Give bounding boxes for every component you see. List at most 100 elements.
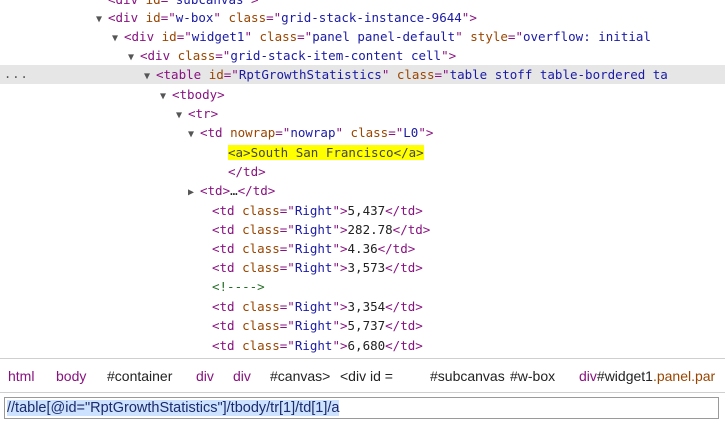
markup-token: 5,737: [347, 318, 386, 333]
dom-node-line[interactable]: <td class="Right">3,354</td>: [0, 297, 725, 316]
markup-token: ">: [332, 260, 348, 275]
markup-token: </td>: [377, 241, 416, 256]
dom-node-line[interactable]: ▼ <td nowrap="nowrap" class="L0">: [0, 123, 725, 142]
markup-token: 6,680: [347, 338, 386, 353]
dom-node-markup: <td class="Right">6,680</td>: [212, 336, 423, 355]
markup-token: grid-stack-item-content cell: [230, 48, 442, 63]
dom-node-line[interactable]: <td class="Right">4.36</td>: [0, 239, 725, 258]
dom-node-markup: <!---->: [212, 277, 265, 296]
dom-node-line[interactable]: <a>South San Francisco</a>: [0, 143, 725, 162]
markup-token: <div: [108, 0, 146, 7]
dom-node-line[interactable]: <td class="Right">5,437</td>: [0, 201, 725, 220]
markup-token: ">: [332, 222, 348, 237]
dom-node-line[interactable]: ▼ <div class="grid-stack-item-content cel…: [0, 46, 725, 65]
collapsed-triangle-icon[interactable]: ▶: [188, 183, 200, 202]
markup-token: <td: [212, 241, 243, 256]
breadcrumb-item[interactable]: <div id =: [340, 368, 393, 384]
markup-token: table stoff table-bordered ta: [449, 67, 668, 82]
dom-node-line[interactable]: <td class="Right">5,737</td>: [0, 316, 725, 335]
markup-token: =": [279, 299, 295, 314]
markup-token: 5,437: [347, 203, 386, 218]
dom-node-markup: ▼ <tr>: [176, 104, 218, 125]
markup-token: w-box: [175, 10, 214, 25]
markup-token: ">: [244, 0, 259, 7]
markup-token: </td>: [228, 164, 266, 179]
markup-token: class: [228, 10, 267, 25]
xpath-input[interactable]: //table[@id="RptGrowthStatistics"]/tbody…: [4, 397, 719, 419]
markup-token: ": [213, 10, 229, 25]
markup-token: <div: [124, 29, 162, 44]
markup-token: class: [242, 338, 280, 353]
markup-token: class: [242, 318, 280, 333]
dom-node-line[interactable]: ▼ <div id="widget1" class="panel panel-de…: [0, 27, 725, 46]
markup-token: ": [381, 67, 397, 82]
markup-token: Right: [294, 318, 333, 333]
markup-token: Right: [294, 203, 333, 218]
markup-token: ">: [332, 241, 348, 256]
xpath-text: //table[@id="RptGrowthStatistics"]/tbody…: [7, 400, 340, 416]
dom-node-line[interactable]: ▶ <td>…</td>: [0, 181, 725, 200]
markup-token: Right: [294, 260, 333, 275]
markup-token: id: [146, 0, 161, 7]
markup-token: =": [279, 260, 295, 275]
dom-node-line[interactable]: ▼ <div id="w-box" class="grid-stack-insta…: [0, 8, 725, 27]
dom-node-markup: ▼ <div id="widget1" class="panel panel-de…: [112, 27, 651, 48]
markup-token: =": [160, 10, 176, 25]
markup-token: </td>: [385, 299, 423, 314]
breadcrumb-item[interactable]: body: [56, 368, 86, 384]
markup-token: ">: [332, 299, 348, 314]
elements-tree[interactable]: <div id="subcanvas">▼<div id="w-box" cla…: [0, 0, 725, 358]
markup-token: =": [176, 29, 192, 44]
markup-token: =": [161, 0, 176, 7]
dom-node-line[interactable]: ... ▼ <table id="RptGrowthStatistics" clas…: [0, 65, 725, 84]
markup-token: =": [507, 29, 523, 44]
breadcrumb-item[interactable]: #w-box: [510, 368, 555, 384]
markup-token: class: [177, 48, 216, 63]
breadcrumb-item[interactable]: #canvas>: [270, 368, 330, 384]
breadcrumb-item[interactable]: #subcanvas: [430, 368, 505, 384]
dom-node-markup: </td>: [228, 162, 266, 181]
dom-node-markup: <td class="Right">5,737</td>: [212, 316, 423, 335]
markup-token: <div: [108, 10, 146, 25]
markup-token: <table: [156, 67, 209, 82]
markup-token: =": [279, 203, 295, 218]
markup-token: =": [215, 48, 231, 63]
breadcrumb-item[interactable]: div: [233, 368, 251, 384]
markup-token: nowrap: [230, 125, 276, 140]
dom-node-line[interactable]: <td class="Right">6,680</td>: [0, 336, 725, 355]
dom-node-line[interactable]: ▼ <tr>: [0, 104, 725, 123]
markup-token: <td: [200, 125, 231, 140]
dom-node-line[interactable]: <td class="Right">282.78</td>: [0, 220, 725, 239]
markup-token: ": [455, 29, 471, 44]
markup-token: </td>: [385, 260, 423, 275]
expand-triangle-icon[interactable]: ▼: [144, 67, 156, 86]
markup-token: 3,573: [347, 260, 386, 275]
markup-token: <tr>: [188, 106, 219, 121]
dom-node-markup: ▼ <table id="RptGrowthStatistics" class="…: [144, 65, 668, 86]
markup-token: ">: [461, 10, 477, 25]
dom-node-markup: ▼ <div class="grid-stack-item-content cel…: [128, 46, 456, 67]
markup-token: <td: [212, 260, 243, 275]
dom-node-line[interactable]: ▼ <tbody>: [0, 85, 725, 104]
breadcrumb-item[interactable]: div: [196, 368, 214, 384]
markup-token: widget1: [191, 29, 245, 44]
markup-token: </td>: [385, 318, 423, 333]
breadcrumb-item[interactable]: #container: [107, 368, 172, 384]
dom-node-line[interactable]: <!---->: [0, 277, 725, 296]
breadcrumb-item[interactable]: div#widget1.panel.par: [579, 368, 715, 384]
node-actions-ellipsis[interactable]: ...: [4, 65, 29, 84]
dom-node-line[interactable]: <td class="Right">3,573</td>: [0, 258, 725, 277]
markup-token: <td: [212, 222, 243, 237]
markup-token: =": [279, 222, 295, 237]
dom-node-line[interactable]: </td>: [0, 162, 725, 181]
markup-token: <div: [140, 48, 178, 63]
markup-token: </td>: [392, 222, 431, 237]
dom-node-markup: ▼ <div id="w-box" class="grid-stack-insta…: [96, 8, 477, 29]
dom-node-markup: ▼ <tbody>: [160, 85, 225, 106]
expand-triangle-icon[interactable]: ▼: [188, 125, 200, 144]
markup-token: id: [208, 67, 224, 82]
breadcrumb-item[interactable]: html: [8, 368, 34, 384]
markup-token: =": [279, 241, 295, 256]
xpath-bar: //table[@id="RptGrowthStatistics"]/tbody…: [0, 392, 725, 422]
markup-token: Right: [294, 241, 333, 256]
